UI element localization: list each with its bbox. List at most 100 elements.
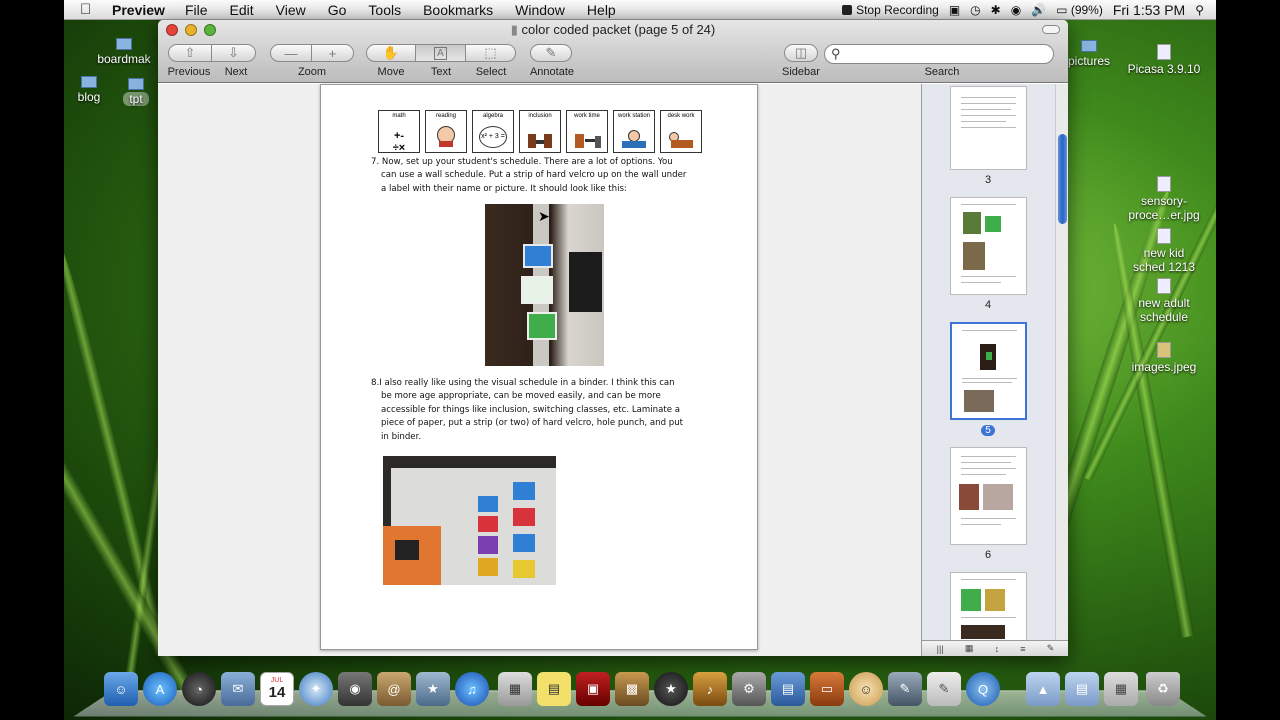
menu-file[interactable]: File xyxy=(185,2,208,18)
pen-icon[interactable]: ✎ xyxy=(1047,643,1055,654)
desktop-icon-label: sensory- proce…er.jpg xyxy=(1128,194,1200,222)
documents-folder-icon[interactable]: ▤ xyxy=(1065,672,1099,706)
previous-button[interactable]: ⇧ xyxy=(168,44,212,62)
next-button[interactable]: ⇩ xyxy=(212,44,256,62)
desktop-icon-label: images.jpeg xyxy=(1131,360,1197,374)
system-preferences-icon[interactable]: ⚙ xyxy=(732,672,766,706)
calculator-icon[interactable]: ▦ xyxy=(498,672,532,706)
applications-folder-icon[interactable]: ▲ xyxy=(1026,672,1060,706)
menu-app-name[interactable]: Preview xyxy=(112,2,165,18)
menu-help[interactable]: Help xyxy=(587,2,616,18)
text-tool-button[interactable]: A xyxy=(416,44,466,62)
arrow-up-icon: ⇧ xyxy=(184,45,196,60)
garageband-icon[interactable]: ♪ xyxy=(693,672,727,706)
clock[interactable]: Fri 1:53 PM xyxy=(1113,2,1185,18)
menu-view[interactable]: View xyxy=(276,2,306,18)
symbol-label: inclusion xyxy=(528,113,552,119)
menu-tools[interactable]: Tools xyxy=(368,2,401,18)
menu-go[interactable]: Go xyxy=(328,2,347,18)
step-8-line: in binder. xyxy=(381,431,422,442)
desktop-icon-picasa[interactable]: Picasa 3.9.10 xyxy=(1122,44,1206,76)
symbol-card-desk-work: desk work xyxy=(660,110,702,153)
downloads-stack-icon[interactable]: ▦ xyxy=(1104,672,1138,706)
desktop-icon-images[interactable]: images.jpeg xyxy=(1122,342,1206,374)
battery-status[interactable]: ▭ (99%) xyxy=(1056,3,1103,17)
thumbnail-view-icon[interactable]: ↕ xyxy=(995,644,1000,654)
preview-dock-icon[interactable]: ✎ xyxy=(888,672,922,706)
document-area[interactable]: math +- ÷× reading algebra x² + 3 = inclusi… xyxy=(158,84,921,656)
wifi-icon[interactable]: ◉ xyxy=(1011,3,1021,17)
volume-icon[interactable]: 🔊 xyxy=(1031,3,1046,17)
spotlight-icon[interactable]: ⚲ xyxy=(1195,3,1204,17)
thumbnail-page-3[interactable] xyxy=(950,86,1027,170)
display-icon[interactable]: ▣ xyxy=(949,3,960,17)
thumbnail-page-4[interactable] xyxy=(950,197,1027,295)
thumbnail-page-5-selected[interactable] xyxy=(950,322,1027,420)
quicktime-icon[interactable]: Q xyxy=(966,672,1000,706)
math-icon: +- ÷× xyxy=(392,130,406,154)
minus-icon: — xyxy=(284,45,298,61)
sidebar-button[interactable]: ◫ xyxy=(784,44,818,62)
marquee-icon: ⬚ xyxy=(484,45,497,60)
imovie-icon[interactable]: ★ xyxy=(654,672,688,706)
messages-icon[interactable]: ☺ xyxy=(849,672,883,706)
menu-window[interactable]: Window xyxy=(515,2,565,18)
zoom-in-button[interactable]: + xyxy=(312,44,354,62)
desktop-icon-boardmak[interactable]: boardmak xyxy=(84,38,164,66)
textedit-icon[interactable]: ✎ xyxy=(927,672,961,706)
folder-icon xyxy=(116,38,132,50)
menu-bookmarks[interactable]: Bookmarks xyxy=(423,2,493,18)
keynote-icon[interactable]: ▭ xyxy=(810,672,844,706)
dashboard-icon[interactable]: ◔ xyxy=(182,672,216,706)
annotate-button[interactable]: ✎ xyxy=(530,44,572,62)
thumbnail-page-6[interactable] xyxy=(950,447,1027,545)
thumbnail-number: 3 xyxy=(984,174,992,186)
numbers-icon[interactable]: ▤ xyxy=(771,672,805,706)
scrollbar-thumb[interactable] xyxy=(1058,134,1067,224)
stop-recording-item[interactable]: Stop Recording xyxy=(842,3,939,17)
mail-icon[interactable]: ✉ xyxy=(221,672,255,706)
menu-edit[interactable]: Edit xyxy=(230,2,254,18)
next-label: Next xyxy=(224,66,248,78)
symbol-card-algebra: algebra x² + 3 = xyxy=(472,110,514,153)
address-book-icon[interactable]: @ xyxy=(377,672,411,706)
iphoto-icon[interactable]: ★ xyxy=(416,672,450,706)
work-station-icon xyxy=(620,126,648,148)
stickies-icon[interactable]: ▤ xyxy=(537,672,571,706)
desktop-icon-new-kid-sched[interactable]: new kid sched 1213 xyxy=(1122,228,1206,274)
trash-icon[interactable]: ♻ xyxy=(1146,672,1180,706)
select-label: Select xyxy=(475,66,507,78)
step-8-line: be more age appropriate, can be moved ea… xyxy=(381,391,661,402)
search-field[interactable]: ⚲ xyxy=(824,44,1054,64)
text-label: Text xyxy=(430,66,452,78)
list-view-icon[interactable]: ||| xyxy=(937,644,944,654)
app-store-icon[interactable]: A xyxy=(143,672,177,706)
image-capture-icon[interactable]: ▩ xyxy=(615,672,649,706)
toolbar-toggle-button[interactable] xyxy=(1042,25,1060,34)
ical-icon[interactable]: JUL 14 xyxy=(260,672,294,706)
finder-icon[interactable]: ☺ xyxy=(104,672,138,706)
time-machine-icon[interactable]: ◷ xyxy=(970,3,980,17)
grid-view-icon[interactable]: ▦ xyxy=(965,643,974,654)
zoom-out-button[interactable]: — xyxy=(270,44,312,62)
sidebar-scrollbar[interactable] xyxy=(1055,84,1068,640)
outline-view-icon[interactable]: ≡ xyxy=(1020,644,1025,654)
reading-icon xyxy=(432,126,460,148)
preview-window: ▮ color coded packet (page 5 of 24) ⇧ ⇩ … xyxy=(158,20,1068,656)
photo-booth-icon[interactable]: ▣ xyxy=(576,672,610,706)
previous-label: Previous xyxy=(167,66,211,78)
move-tool-button[interactable]: ✋ xyxy=(366,44,416,62)
apple-menu-icon[interactable]:  xyxy=(64,1,91,18)
itunes-icon[interactable]: ♫ xyxy=(455,672,489,706)
window-title: ▮ color coded packet (page 5 of 24) xyxy=(158,22,1068,38)
desktop-icon-new-adult-schedule[interactable]: new adult schedule xyxy=(1122,278,1206,324)
file-icon xyxy=(1157,44,1171,60)
thumbnail-page-7[interactable] xyxy=(950,572,1027,642)
desktop-icon-sensory[interactable]: sensory- proce…er.jpg xyxy=(1122,176,1206,222)
battery-percent: (99%) xyxy=(1070,3,1103,17)
bluetooth-icon[interactable]: ✱ xyxy=(991,3,1001,17)
select-tool-button[interactable]: ⬚ xyxy=(466,44,516,62)
desktop-icon-label: tpt xyxy=(123,92,149,106)
facetime-icon[interactable]: ◉ xyxy=(338,672,372,706)
safari-icon[interactable]: ✦ xyxy=(299,672,333,706)
